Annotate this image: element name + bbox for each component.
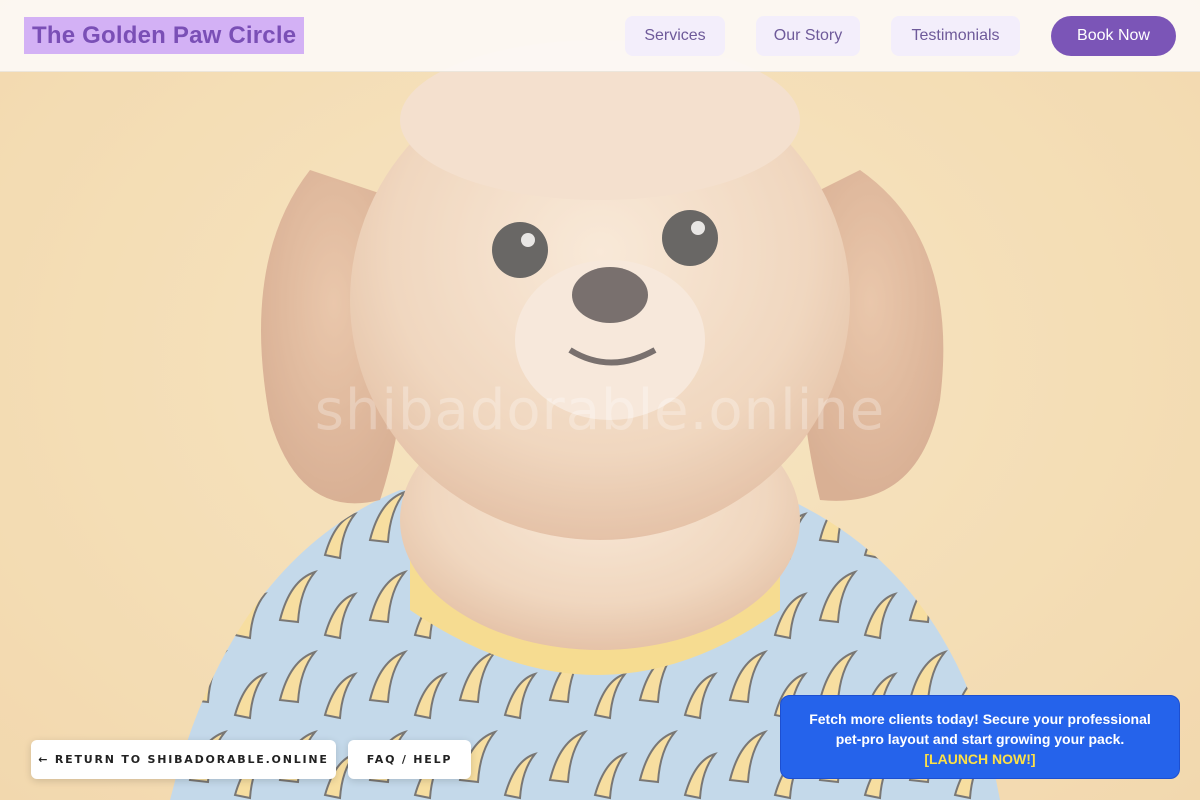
return-to-site-button[interactable]: ← RETURN TO SHIBADORABLE.ONLINE — [31, 740, 336, 779]
nav-services[interactable]: Services — [625, 16, 725, 56]
promo-line-2: pet-pro layout and start growing your pa… — [835, 731, 1125, 747]
faq-help-button[interactable]: FAQ / HELP — [348, 740, 471, 779]
promo-banner[interactable]: Fetch more clients today! Secure your pr… — [780, 695, 1180, 779]
hero-background: shibadorable.online — [0, 0, 1200, 800]
nav-testimonials[interactable]: Testimonials — [891, 16, 1020, 56]
nav-our-story[interactable]: Our Story — [756, 16, 860, 56]
promo-launch-link[interactable]: [LAUNCH NOW!] — [781, 749, 1179, 769]
brand-logo[interactable]: The Golden Paw Circle — [24, 17, 305, 54]
top-header: The Golden Paw Circle Services Our Story… — [0, 0, 1200, 72]
book-now-button[interactable]: Book Now — [1051, 16, 1176, 56]
hero-overlay — [0, 0, 1200, 800]
promo-line-1: Fetch more clients today! Secure your pr… — [809, 711, 1151, 727]
